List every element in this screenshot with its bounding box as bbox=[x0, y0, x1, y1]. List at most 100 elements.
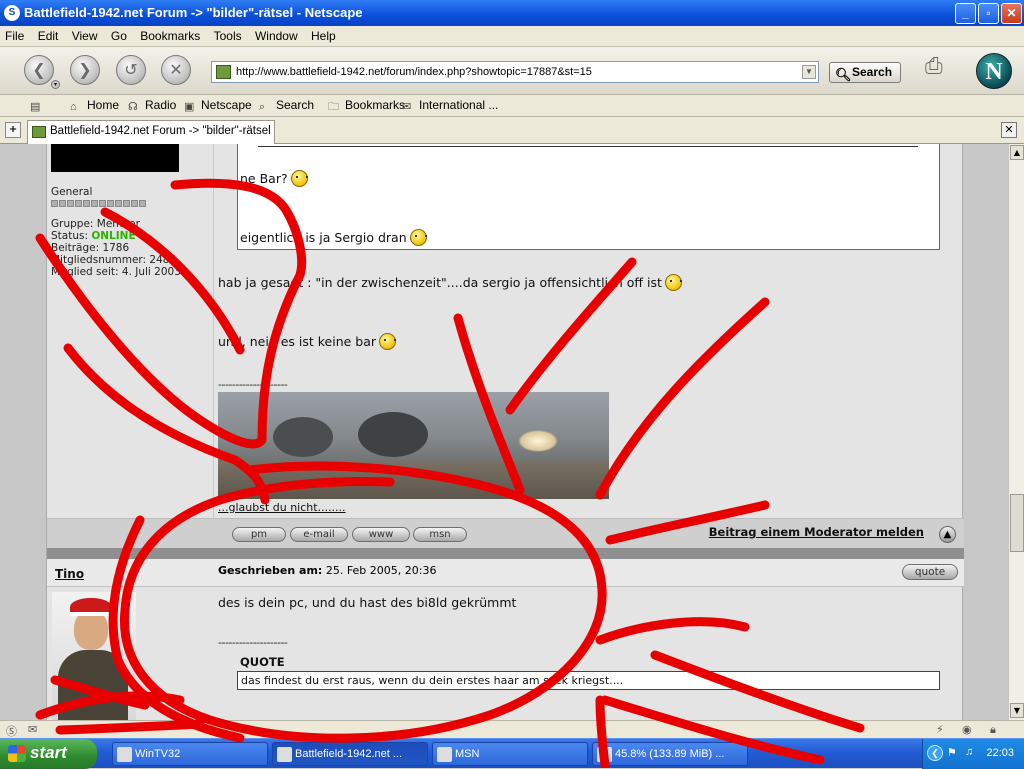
netscape-app-icon: S bbox=[4, 5, 20, 21]
new-tab-icon[interactable]: ➕︎ bbox=[5, 122, 21, 138]
wintv-icon bbox=[117, 747, 132, 762]
bookmark-home[interactable]: ⌂ Home bbox=[70, 98, 119, 113]
search-icon: ⌕ bbox=[259, 101, 266, 113]
window-title: Battlefield-1942.net Forum -> "bilder"-r… bbox=[24, 5, 363, 20]
print-icon[interactable]: ⎙ bbox=[925, 54, 955, 82]
quote-box: das findest du erst raus, wenn du dein e… bbox=[237, 671, 940, 690]
status-bar: Ⓢ ✉ ⚡ ◉ 🔒︎ bbox=[0, 720, 1024, 738]
url-input[interactable] bbox=[234, 64, 794, 80]
search-button-label: Search bbox=[852, 65, 893, 79]
menu-help[interactable]: Help bbox=[306, 26, 341, 46]
menu-file[interactable]: File bbox=[0, 26, 29, 46]
windows-flag-icon bbox=[8, 745, 26, 762]
back-dropdown-icon[interactable]: ▾ bbox=[51, 80, 60, 89]
bookmark-radio[interactable]: ☊ Radio bbox=[128, 98, 176, 113]
task-download[interactable]: 45.8% (133.89 MiB) ... bbox=[592, 742, 748, 766]
rank-pips bbox=[51, 198, 147, 207]
menu-window[interactable]: Window bbox=[250, 26, 303, 46]
maximize-button[interactable]: ▫ bbox=[978, 3, 999, 24]
msn-icon bbox=[437, 747, 452, 762]
author-member-number: Mitgliedsnummer: 2485 bbox=[51, 254, 177, 266]
minimize-button[interactable]: _ bbox=[955, 3, 976, 24]
start-button[interactable]: start bbox=[0, 739, 97, 769]
privacy-icon[interactable]: ◉ bbox=[962, 723, 978, 736]
clock: 22:03 bbox=[986, 747, 1014, 759]
network-icon[interactable]: ⚑ bbox=[947, 746, 961, 760]
pm-button[interactable]: pm bbox=[232, 527, 286, 542]
connection-icon: ⚡ bbox=[936, 723, 944, 736]
task-netscape[interactable]: Battlefield-1942.net ... bbox=[272, 742, 428, 766]
sidebar-toggle-icon[interactable]: ▤ bbox=[30, 98, 47, 113]
netscape-icon bbox=[277, 747, 292, 762]
forum-table: General Gruppe: Member Status: ONLINE Be… bbox=[46, 144, 964, 720]
post-author-link[interactable]: Tino bbox=[55, 567, 84, 581]
scroll-top-icon[interactable]: ▲ bbox=[939, 526, 956, 543]
netscape-logo[interactable]: N bbox=[976, 53, 1012, 89]
smiley-icon bbox=[409, 229, 427, 246]
reload-button[interactable]: ↺ bbox=[116, 55, 146, 85]
online-badge: ONLINE bbox=[91, 230, 136, 242]
netscape-status-icon[interactable]: Ⓢ bbox=[6, 723, 22, 738]
tab-forum[interactable]: Battlefield-1942.net Forum -> "bilder"-r… bbox=[27, 120, 275, 144]
task-msn[interactable]: MSN bbox=[432, 742, 588, 766]
quote-button[interactable]: quote bbox=[902, 564, 958, 580]
post-footer: pm e-mail www msn Beitrag einem Moderato… bbox=[47, 518, 964, 548]
smiley-icon bbox=[379, 333, 397, 350]
link-icon: ✉ bbox=[402, 101, 412, 113]
author-status: Status: ONLINE bbox=[51, 230, 136, 242]
post-text-1: hab ja gesagt : "in der zwischenzeit"...… bbox=[218, 274, 682, 291]
menu-bookmarks[interactable]: Bookmarks bbox=[135, 26, 205, 46]
bookmark-netscape[interactable]: ▣ Netscape bbox=[184, 98, 252, 113]
scroll-down-icon[interactable]: ▼ bbox=[1010, 703, 1024, 718]
menu-bar: File Edit View Go Bookmarks Tools Window… bbox=[0, 26, 1024, 47]
bookmark-search[interactable]: ⌕ Search bbox=[259, 98, 314, 113]
smiley-icon bbox=[290, 170, 308, 187]
url-dropdown-icon[interactable]: ▼ bbox=[802, 65, 816, 79]
post-body: ne Bar? eigentlich is ja Sergio dran hab… bbox=[218, 144, 958, 518]
stop-button[interactable]: ✕ bbox=[161, 55, 191, 85]
report-moderator-link[interactable]: Beitrag einem Moderator melden bbox=[709, 525, 924, 539]
close-button[interactable]: ✕ bbox=[1001, 3, 1022, 24]
back-button[interactable]: ❮ bbox=[24, 55, 54, 85]
signature-text[interactable]: ...glaubst du nicht........ bbox=[218, 501, 346, 514]
my-netscape-icon: ▣ bbox=[184, 101, 195, 113]
volume-icon[interactable]: ♫ bbox=[965, 746, 979, 760]
download-icon bbox=[597, 747, 612, 762]
quote-text-1: ne Bar? bbox=[240, 170, 308, 187]
mail-status-icon[interactable]: ✉ bbox=[28, 723, 44, 736]
page-content: General Gruppe: Member Status: ONLINE Be… bbox=[0, 144, 1008, 720]
author-avatar bbox=[52, 592, 136, 720]
url-bar[interactable]: ▼ bbox=[211, 61, 819, 83]
author-group: Gruppe: Member bbox=[51, 218, 140, 230]
menu-tools[interactable]: Tools bbox=[209, 26, 247, 46]
search-button[interactable]: 🔍︎ Search bbox=[829, 62, 901, 83]
email-button[interactable]: e-mail bbox=[290, 527, 348, 542]
post-text: des is dein pc, und du hast des bi8ld ge… bbox=[218, 595, 517, 610]
menu-edit[interactable]: Edit bbox=[33, 26, 64, 46]
bookmark-international[interactable]: ✉ International ... bbox=[402, 98, 498, 113]
forward-button[interactable]: ❯ bbox=[70, 55, 100, 85]
author-avatar bbox=[51, 144, 179, 172]
task-wintv[interactable]: WinTV32 bbox=[112, 742, 268, 766]
quote-text-2: eigentlich is ja Sergio dran bbox=[240, 229, 427, 246]
tray-expand-icon[interactable]: ❮ bbox=[927, 745, 943, 761]
tab-label: Battlefield-1942.net Forum -> "bilder"-r… bbox=[50, 125, 271, 137]
home-icon: ⌂ bbox=[70, 101, 77, 113]
signature-image bbox=[218, 392, 609, 499]
menu-view[interactable]: View bbox=[67, 26, 103, 46]
scroll-thumb[interactable] bbox=[1010, 494, 1024, 552]
security-lock-icon[interactable]: 🔒︎ bbox=[990, 723, 1006, 736]
close-tab-icon[interactable]: ✕ bbox=[1001, 122, 1017, 138]
author-posts: Beiträge: 1786 bbox=[51, 242, 130, 254]
bookmark-bookmarks[interactable]: 🗀︎ Bookmarks bbox=[328, 98, 405, 113]
page-icon bbox=[216, 65, 231, 79]
menu-go[interactable]: Go bbox=[106, 26, 132, 46]
personal-toolbar: ▤ ⌂ Home ☊ Radio ▣ Netscape ⌕ Search 🗀︎ Bookm… bbox=[0, 95, 1024, 117]
post-body: des is dein pc, und du hast des bi8ld ge… bbox=[218, 587, 958, 720]
www-button[interactable]: www bbox=[352, 527, 410, 542]
msn-button[interactable]: msn bbox=[413, 527, 467, 542]
scroll-up-icon[interactable]: ▲ bbox=[1010, 145, 1024, 160]
post-text-2: und, nein es ist keine bar bbox=[218, 333, 397, 350]
system-tray: ❮ ⚑ ♫ 22:03 bbox=[922, 739, 1024, 769]
vertical-scrollbar[interactable]: ▲ ▼ bbox=[1008, 144, 1024, 720]
